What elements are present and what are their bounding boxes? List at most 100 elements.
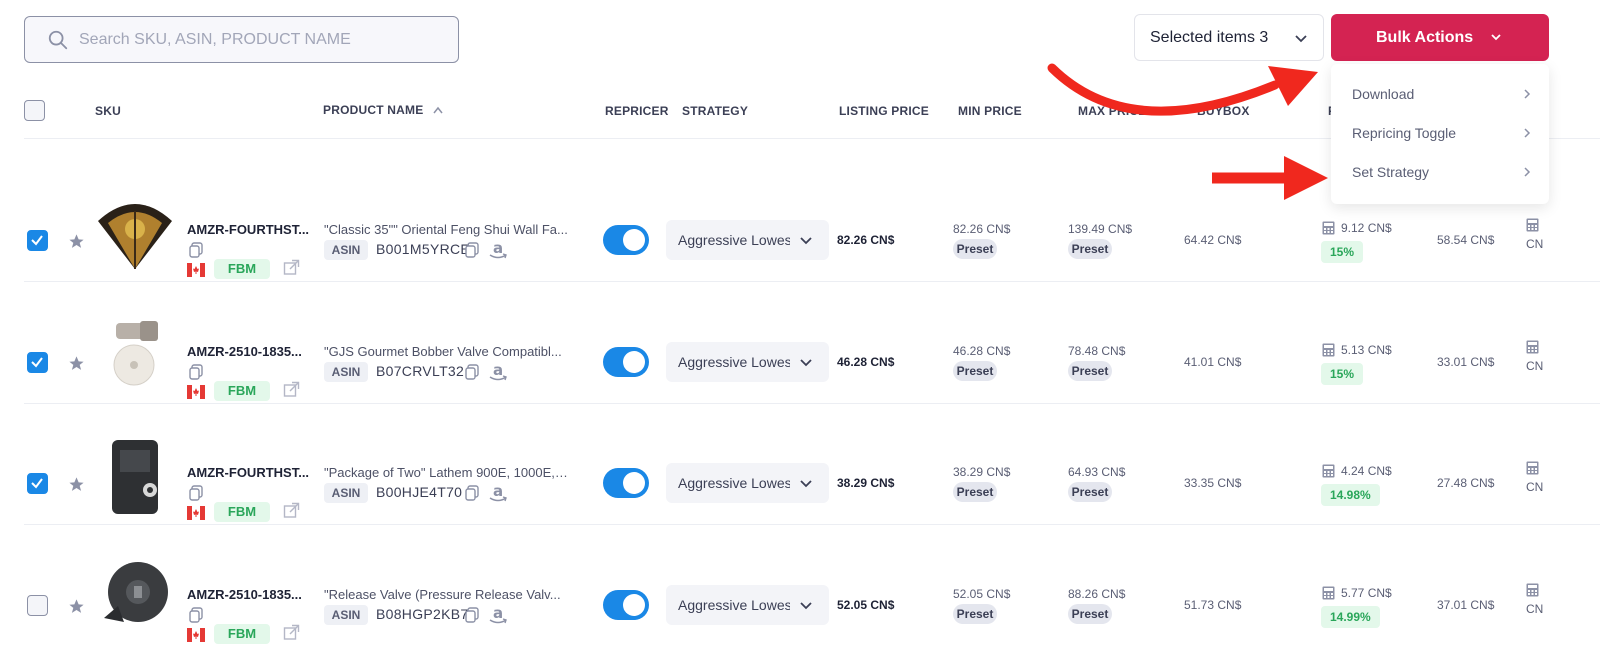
product-name-text: "Release Valve (Pressure Release Valv... (324, 587, 561, 602)
menu-item-label: Repricing Toggle (1352, 125, 1457, 141)
min-price: 52.05 CN$ (953, 587, 1011, 601)
chevron-right-icon (1524, 89, 1531, 99)
copy-icon[interactable] (465, 364, 479, 380)
chevron-down-icon (800, 602, 812, 610)
amazon-icon[interactable]: a (487, 604, 509, 626)
copy-icon[interactable] (189, 242, 203, 258)
buybox-price: 64.42 CN$ (1184, 233, 1242, 247)
currency-label: CN (1526, 480, 1544, 494)
product-image (94, 191, 176, 275)
row-checkbox[interactable] (27, 473, 48, 494)
copy-icon[interactable] (465, 607, 479, 623)
row-checkbox[interactable] (27, 230, 48, 251)
canada-flag-icon (187, 263, 205, 277)
asin-badge: ASIN (324, 483, 368, 503)
asin-badge: ASIN (324, 605, 368, 625)
repricer-toggle[interactable] (603, 468, 649, 498)
col-header-listing-price[interactable]: LISTING PRICE (839, 104, 929, 118)
star-icon[interactable] (68, 355, 85, 372)
col-header-repricer[interactable]: REPRICER (605, 104, 669, 118)
canada-flag-icon (187, 385, 205, 399)
svg-text:a: a (493, 482, 503, 500)
strategy-dropdown[interactable]: Aggressive Lowest (666, 220, 829, 260)
listing-price: 46.28 CN$ (837, 355, 895, 369)
chevron-down-icon (800, 480, 812, 488)
menu-item-download[interactable]: Download (1352, 86, 1532, 102)
calculator-icon[interactable] (1322, 221, 1335, 235)
repricer-toggle[interactable] (603, 347, 649, 377)
strategy-dropdown[interactable]: Aggressive Lowest (666, 585, 829, 625)
menu-item-set-strategy[interactable]: Set Strategy (1352, 164, 1532, 180)
copy-icon[interactable] (465, 485, 479, 501)
row-checkbox[interactable] (27, 595, 48, 616)
row-checkbox[interactable] (27, 352, 48, 373)
strategy-dropdown[interactable]: Aggressive Lowest (666, 463, 829, 503)
selected-items-label: Selected items 3 (1150, 28, 1269, 46)
repricer-toggle[interactable] (603, 225, 649, 255)
profit-value: 4.24 CN$ (1341, 464, 1392, 478)
sort-ascending-icon (433, 106, 443, 114)
buybox-price: 51.73 CN$ (1184, 598, 1242, 612)
max-price-preset-badge: Preset (1068, 361, 1112, 381)
copy-icon[interactable] (189, 607, 203, 623)
search-input[interactable] (79, 30, 439, 49)
min-price: 38.29 CN$ (953, 465, 1011, 479)
external-link-icon[interactable] (283, 624, 300, 641)
strategy-value: Aggressive Lowest (678, 597, 790, 613)
toggle-knob (623, 229, 645, 251)
cost-value: 27.48 CN$ (1437, 476, 1495, 490)
amazon-icon[interactable]: a (487, 239, 509, 261)
star-icon[interactable] (68, 476, 85, 493)
strategy-value: Aggressive Lowest (678, 232, 790, 248)
product-image (94, 434, 176, 518)
asin-text: B08HGP2KB7 (376, 606, 469, 622)
calculator-icon[interactable] (1526, 340, 1539, 354)
selected-items-dropdown[interactable]: Selected items 3 (1134, 14, 1324, 61)
chevron-down-icon (800, 237, 812, 245)
bulk-actions-label: Bulk Actions (1376, 28, 1474, 46)
calculator-icon[interactable] (1526, 583, 1539, 597)
col-header-min-price[interactable]: MIN PRICE (958, 104, 1022, 118)
checkmark-icon (31, 357, 43, 368)
chevron-right-icon (1524, 128, 1531, 138)
fulfillment-badge: FBM (214, 624, 270, 644)
amazon-icon[interactable]: a (487, 482, 509, 504)
col-header-buybox[interactable]: BUYBOX (1197, 104, 1250, 118)
min-price: 82.26 CN$ (953, 222, 1011, 236)
strategy-value: Aggressive Lowest (678, 475, 790, 491)
select-all-checkbox[interactable] (24, 100, 45, 121)
calculator-icon[interactable] (1322, 586, 1335, 600)
menu-item-repricing-toggle[interactable]: Repricing Toggle (1352, 125, 1532, 141)
amazon-icon[interactable]: a (487, 361, 509, 383)
col-header-strategy[interactable]: STRATEGY (682, 104, 748, 118)
annotation-arrowhead (1268, 66, 1318, 106)
copy-icon[interactable] (465, 242, 479, 258)
repricer-toggle[interactable] (603, 590, 649, 620)
search-field[interactable] (24, 16, 459, 63)
profit-percent-badge: 14.98% (1321, 484, 1380, 506)
copy-icon[interactable] (189, 364, 203, 380)
calculator-icon[interactable] (1526, 218, 1539, 232)
external-link-icon[interactable] (283, 259, 300, 276)
svg-text:a: a (493, 361, 503, 379)
copy-icon[interactable] (189, 485, 203, 501)
calculator-icon[interactable] (1526, 461, 1539, 475)
calculator-icon[interactable] (1322, 464, 1335, 478)
buybox-price: 33.35 CN$ (1184, 476, 1242, 490)
col-header-max-price[interactable]: MAX PRICE (1078, 104, 1146, 118)
external-link-icon[interactable] (283, 502, 300, 519)
star-icon[interactable] (68, 598, 85, 615)
product-name-text: "Classic 35"" Oriental Feng Shui Wall Fa… (324, 222, 568, 237)
star-icon[interactable] (68, 233, 85, 250)
col-header-sku[interactable]: SKU (95, 104, 121, 118)
chevron-down-icon (800, 359, 812, 367)
external-link-icon[interactable] (283, 381, 300, 398)
listing-price: 38.29 CN$ (837, 476, 895, 490)
col-header-product-name[interactable]: PRODUCT NAME (323, 103, 443, 117)
min-price: 46.28 CN$ (953, 344, 1011, 358)
strategy-dropdown[interactable]: Aggressive Lowest (666, 342, 829, 382)
calculator-icon[interactable] (1322, 343, 1335, 357)
asin-text: B001M5YRCE (376, 241, 471, 257)
max-price: 88.26 CN$ (1068, 587, 1126, 601)
bulk-actions-button[interactable]: Bulk Actions (1331, 14, 1549, 61)
